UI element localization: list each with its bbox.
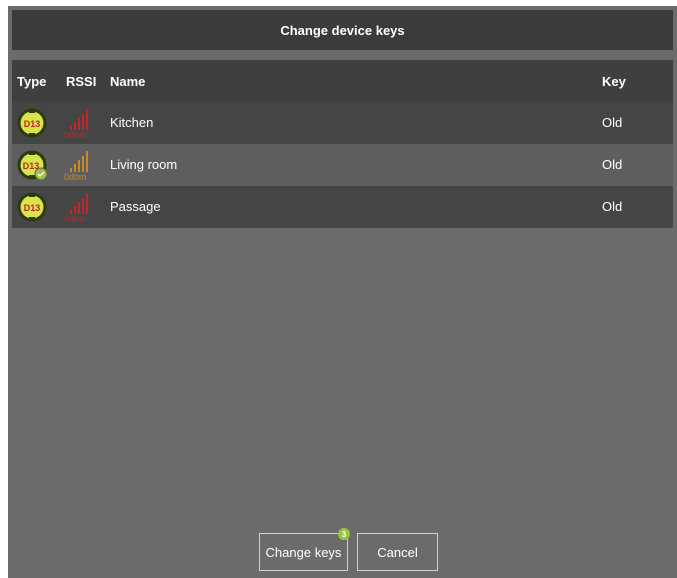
change-keys-label: Change keys — [265, 544, 342, 560]
cancel-button[interactable]: Cancel — [357, 533, 438, 571]
device-name: Passage — [110, 199, 161, 214]
rssi-label: 0dbm — [64, 130, 87, 140]
header-key: Key — [602, 74, 626, 89]
device-key: Old — [602, 115, 623, 130]
signal-strength-icon: 0dbm — [64, 190, 96, 224]
signal-strength-icon: 0dbm — [64, 106, 96, 140]
device-table: Type RSSI Name Key D13 0dbm Kitchen Old … — [12, 60, 673, 228]
table-row[interactable]: D13 0dbm Living room Old — [12, 144, 673, 186]
d13-plug-icon: D13 — [17, 108, 47, 138]
dialog-title: Change device keys — [12, 10, 673, 50]
header-type: Type — [17, 74, 47, 89]
device-name: Kitchen — [110, 115, 154, 130]
change-device-keys-dialog: Change device keys Type RSSI Name Key D1… — [8, 6, 677, 578]
table-row[interactable]: D13 0dbm Kitchen Old — [12, 102, 673, 144]
header-name: Name — [110, 74, 146, 89]
signal-strength-icon: 0dbm — [64, 148, 96, 182]
change-keys-button[interactable]: Change keys 3 — [259, 528, 350, 571]
d13-plug-icon: D13 — [17, 192, 47, 222]
header-rssi: RSSI — [66, 74, 97, 89]
rssi-label: 0dbm — [64, 172, 87, 182]
type-label: D13 — [24, 203, 41, 213]
device-name: Living room — [110, 157, 178, 172]
device-key: Old — [602, 157, 623, 172]
change-keys-count-badge: 3 — [338, 528, 350, 540]
type-label: D13 — [24, 119, 41, 129]
device-key: Old — [602, 199, 623, 214]
d13-plug-check-icon: D13 — [17, 150, 47, 180]
rssi-label: 0dbm — [64, 214, 87, 224]
cancel-label: Cancel — [377, 544, 418, 560]
table-row[interactable]: D13 0dbm Passage Old — [12, 186, 673, 228]
table-header: Type RSSI Name Key — [12, 60, 673, 102]
